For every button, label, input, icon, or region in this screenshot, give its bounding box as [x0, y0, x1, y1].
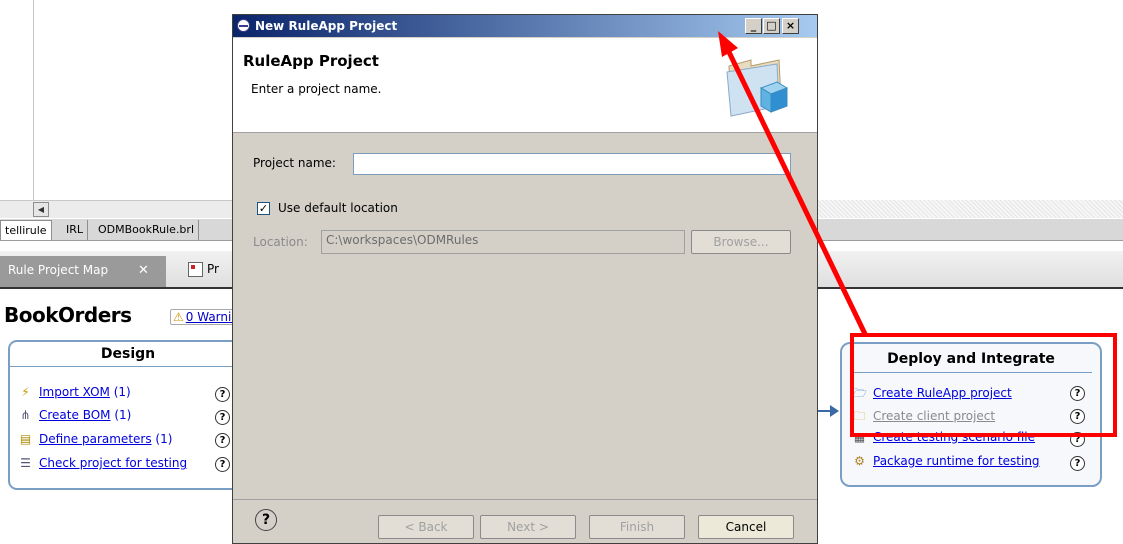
dialog-titlebar[interactable]: New RuleApp Project _ □ × — [233, 15, 817, 37]
use-default-location-label[interactable]: Use default location — [278, 201, 398, 215]
page-subtitle: Enter a project name. — [251, 82, 382, 96]
help-icon[interactable]: ? — [255, 509, 277, 531]
eclipse-icon — [237, 19, 250, 32]
editor-tab-irl[interactable]: IRL — [62, 220, 89, 240]
editor-tab-tellirule[interactable]: tellirule — [0, 220, 52, 240]
check-icon: ☰ — [20, 456, 31, 470]
dialog-banner: RuleApp Project Enter a project name. — [233, 38, 817, 133]
package-icon: ⚙ — [854, 454, 865, 468]
deploy-item-package-runtime[interactable]: ⚙ Package runtime for testing — [852, 454, 1039, 468]
help-icon[interactable]: ? — [215, 410, 230, 425]
close-button[interactable]: × — [782, 18, 799, 34]
scroll-left-button[interactable]: ◀ — [33, 202, 49, 217]
annotation-highlight-box — [850, 333, 1117, 437]
editor-border — [33, 0, 34, 200]
help-icon[interactable]: ? — [215, 433, 230, 448]
design-panel: Design ⚡ Import XOM (1) ? ⋔ Create BOM (1)… — [8, 340, 248, 490]
design-item-create-bom[interactable]: ⋔ Create BOM (1) — [18, 408, 131, 422]
new-ruleapp-dialog: New RuleApp Project _ □ × RuleApp Projec… — [232, 14, 818, 544]
project-title: BookOrders — [4, 303, 132, 327]
use-default-location-checkbox[interactable]: ✓ — [257, 202, 270, 215]
next-button: Next > — [480, 515, 576, 539]
design-item-define-parameters[interactable]: ▤ Define parameters (1) — [18, 432, 173, 446]
properties-icon — [188, 262, 203, 277]
help-icon[interactable]: ? — [1070, 456, 1085, 471]
parameters-icon: ▤ — [19, 432, 32, 446]
flow-arrow-head — [830, 405, 839, 417]
bom-icon: ⋔ — [20, 408, 31, 422]
project-name-label: Project name: — [253, 156, 336, 170]
lightning-icon: ⚡ — [21, 385, 30, 399]
tab-properties[interactable]: Pr — [207, 262, 219, 276]
design-title: Design — [10, 342, 246, 367]
maximize-button[interactable]: □ — [763, 18, 780, 34]
hatched-area — [818, 200, 1123, 218]
help-icon[interactable]: ? — [215, 387, 230, 402]
finish-button: Finish — [589, 515, 685, 539]
minimize-button[interactable]: _ — [745, 18, 762, 34]
warning-icon: ⚠ — [173, 310, 184, 324]
back-button: < Back — [378, 515, 474, 539]
dialog-title: New RuleApp Project — [255, 19, 398, 33]
warnings-link-label: 0 Warnin — [185, 310, 239, 324]
location-label: Location: — [253, 235, 308, 249]
location-input: C:\workspaces\ODMRules — [321, 230, 685, 254]
editor-tab-odmbookrule[interactable]: ODMBookRule.brl — [94, 220, 199, 240]
dialog-footer-separator — [233, 499, 817, 500]
ruleapp-wizard-icon — [726, 59, 789, 117]
help-icon[interactable]: ? — [215, 457, 230, 472]
project-name-input[interactable] — [353, 153, 791, 175]
cancel-button[interactable]: Cancel — [698, 515, 794, 539]
close-icon[interactable]: ✕ — [138, 263, 149, 278]
design-item-import-xom[interactable]: ⚡ Import XOM (1) — [18, 385, 130, 399]
page-title: RuleApp Project — [243, 52, 379, 70]
design-item-check-project[interactable]: ☰ Check project for testing — [18, 456, 187, 470]
browse-button: Browse... — [691, 230, 791, 254]
